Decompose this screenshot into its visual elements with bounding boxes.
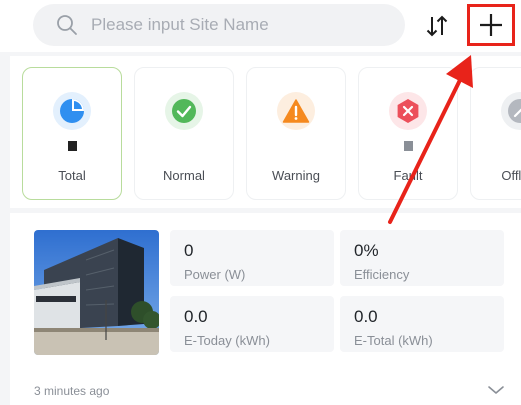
e-today-value: 0.0 <box>184 307 208 326</box>
status-card-label: Warning <box>272 168 320 183</box>
check-circle-icon <box>172 99 196 123</box>
site-card[interactable]: 0 Power (W) 0% Efficiency 0.0 E-Today (k… <box>10 213 521 405</box>
status-card-label: Total <box>58 168 86 183</box>
efficiency-metric: 0% Efficiency <box>340 230 504 286</box>
pie-chart-icon <box>60 99 84 123</box>
status-card-label: Offline <box>501 168 521 183</box>
chevron-down-icon[interactable] <box>487 383 505 397</box>
warning-triangle-icon <box>282 99 310 123</box>
total-icon-circle <box>53 92 91 130</box>
status-card-warning[interactable]: Warning <box>246 67 346 200</box>
status-card-normal[interactable]: Normal <box>134 67 234 200</box>
warning-icon-circle <box>277 92 315 130</box>
offline-link-icon <box>508 99 521 123</box>
top-bar <box>0 0 521 52</box>
offline-icon-circle <box>501 92 521 130</box>
power-label: Power (W) <box>184 267 246 282</box>
efficiency-value: 0% <box>354 241 379 260</box>
power-value: 0 <box>184 241 194 260</box>
last-updated-text: 3 minutes ago <box>34 384 110 398</box>
status-card-offline[interactable]: Offline <box>470 67 521 200</box>
status-card-label: Normal <box>163 168 205 183</box>
fault-count <box>403 140 413 154</box>
status-card-total[interactable]: Total <box>22 67 122 200</box>
power-metric: 0 Power (W) <box>170 230 334 286</box>
search-icon <box>57 15 77 35</box>
sort-arrows-icon <box>426 15 448 37</box>
normal-icon-circle <box>165 92 203 130</box>
plus-icon <box>480 14 502 36</box>
sort-button[interactable] <box>420 9 454 43</box>
search-bar[interactable] <box>33 4 405 46</box>
efficiency-label: Efficiency <box>354 267 410 282</box>
e-total-value: 0.0 <box>354 307 378 326</box>
e-today-label: E-Today (kWh) <box>184 333 270 348</box>
e-today-metric: 0.0 E-Today (kWh) <box>170 296 334 352</box>
fault-hexagon-icon <box>397 99 419 123</box>
status-cards-panel: Total Normal Warning Fault Offl <box>10 56 521 208</box>
total-count <box>67 140 77 154</box>
site-photo <box>34 230 159 355</box>
e-total-label: E-Total (kWh) <box>354 333 433 348</box>
add-site-button[interactable] <box>467 4 515 46</box>
e-total-metric: 0.0 E-Total (kWh) <box>340 296 504 352</box>
search-input[interactable] <box>91 15 391 35</box>
status-card-label: Fault <box>393 168 423 183</box>
fault-icon-circle <box>389 92 427 130</box>
status-card-fault[interactable]: Fault <box>358 67 458 200</box>
